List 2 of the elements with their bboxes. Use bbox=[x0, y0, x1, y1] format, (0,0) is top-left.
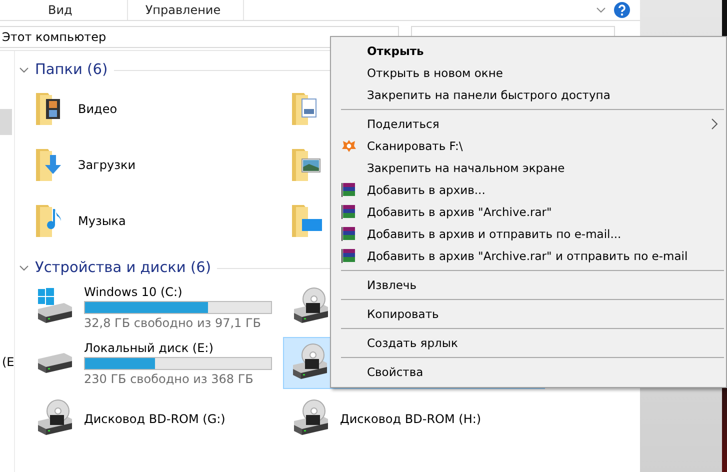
free-space-text: 32,8 ГБ свободно из 97,1 ГБ bbox=[84, 316, 262, 330]
free-space-text: 230 ГБ свободно из 368 ГБ bbox=[84, 372, 254, 386]
